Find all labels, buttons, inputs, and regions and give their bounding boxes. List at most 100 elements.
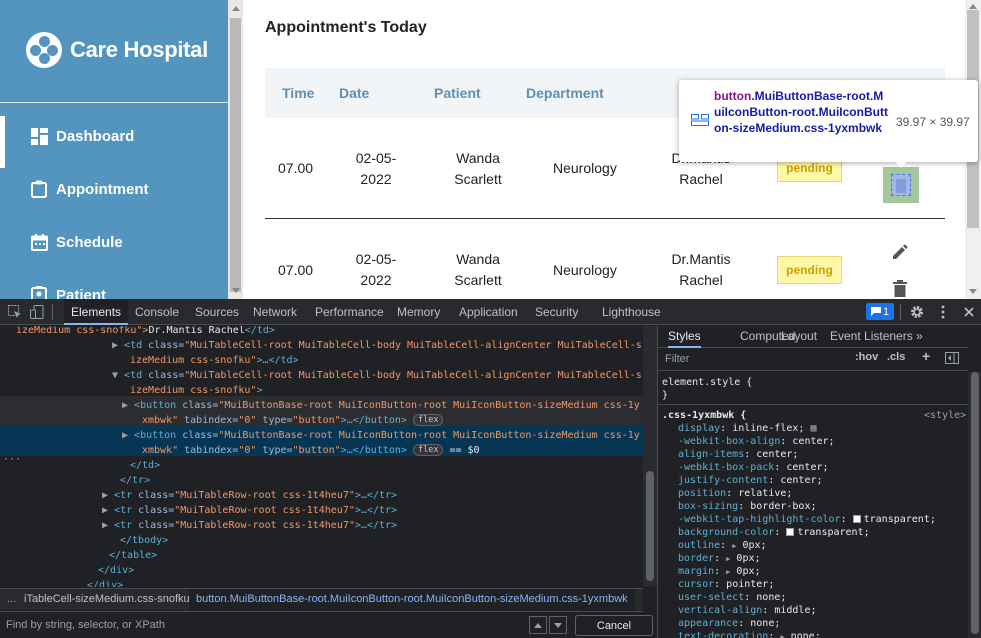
css-declaration[interactable]: border: ▶ 0px;: [678, 552, 761, 565]
sidebar-item-schedule[interactable]: Schedule: [0, 216, 228, 268]
expand-toggle-icon: ▶: [102, 490, 115, 501]
tooltip-selector: button.MuiButtonBase-root.MuiIconButton-…: [714, 89, 888, 135]
tab-event-listeners[interactable]: Event Listeners: [830, 326, 913, 348]
sidebar-scrollbar[interactable]: [228, 0, 243, 299]
column-header[interactable]: Date: [339, 85, 369, 101]
department-cell: Neurology: [553, 160, 617, 176]
styles-filter-input[interactable]: [661, 350, 849, 368]
css-declaration[interactable]: align-items: center;: [678, 448, 798, 461]
hover-state-toggle[interactable]: :hov: [855, 351, 878, 363]
css-declaration[interactable]: -webkit-box-align: center;: [678, 435, 835, 448]
styles-pane: Styles Computed Layout Event Listeners »…: [657, 326, 981, 638]
issues-button[interactable]: 1: [866, 303, 894, 320]
class-toggle[interactable]: .cls: [887, 351, 905, 363]
css-declaration[interactable]: text-decoration: ▶ none;: [678, 630, 821, 638]
tab-console[interactable]: Console: [132, 299, 182, 325]
breadcrumb-item[interactable]: iTableCell-sizeMedium.css-snofku: [24, 589, 190, 610]
sidebar-item-appointment[interactable]: Appointment: [0, 163, 228, 215]
tab-styles[interactable]: Styles: [668, 326, 701, 348]
dom-node-line[interactable]: xmbwk" tabindex="0" type="button">…</but…: [142, 443, 480, 458]
add-rule-icon[interactable]: +: [922, 348, 930, 364]
rule-selector[interactable]: .css-1yxmbwk {: [662, 409, 746, 422]
care-logo-icon: [26, 32, 62, 68]
inspected-delete-button-highlight[interactable]: [883, 167, 919, 203]
sidebar-toggle-icon[interactable]: [945, 352, 959, 367]
close-icon[interactable]: [960, 303, 978, 321]
css-declaration[interactable]: margin: ▶ 0px;: [678, 565, 761, 578]
tab-application[interactable]: Application: [456, 299, 521, 325]
breadcrumb-overflow[interactable]: ...: [7, 589, 16, 610]
rule-origin-link[interactable]: <style>: [924, 409, 966, 422]
message-icon: [870, 307, 881, 316]
dom-node-line[interactable]: </table>: [109, 548, 157, 563]
tab-lighthouse[interactable]: Lighthouse: [599, 299, 664, 325]
tab-security[interactable]: Security: [532, 299, 581, 325]
dom-node-line[interactable]: izeMedium css-snofku">: [130, 383, 262, 398]
css-declaration[interactable]: -webkit-box-pack: center;: [678, 461, 829, 474]
css-declaration[interactable]: appearance: none;: [678, 617, 780, 630]
css-declaration[interactable]: cursor: pointer;: [678, 578, 774, 591]
dom-node-line[interactable]: ▶ <tr class="MuiTableRow-root css-1t4heu…: [102, 488, 397, 503]
tab-layout[interactable]: Layout: [781, 326, 817, 348]
sidebar-item-label: Schedule: [56, 233, 123, 251]
tab-memory[interactable]: Memory: [394, 299, 443, 325]
cancel-button[interactable]: Cancel: [575, 615, 653, 636]
device-toolbar-icon[interactable]: [28, 303, 46, 321]
inspect-element-icon[interactable]: [6, 303, 24, 321]
tab-network[interactable]: Network: [250, 299, 300, 325]
find-next-button[interactable]: [549, 616, 567, 634]
color-swatch: [786, 528, 795, 536]
dom-node-line[interactable]: izeMedium css-snofku">Dr.Mantis Rachel</…: [16, 326, 275, 338]
dom-node-line[interactable]: ▶ <td class="MuiTableCell-root MuiTableC…: [112, 338, 642, 353]
css-declaration[interactable]: background-color: transparent;: [678, 526, 870, 539]
css-declaration[interactable]: outline: ▶ 0px;: [678, 539, 767, 552]
flex-badge: flex: [412, 414, 444, 426]
sidebar-item-patient[interactable]: Patient: [0, 269, 228, 299]
sidebar-item-dashboard[interactable]: Dashboard: [0, 110, 228, 168]
doctor-cell: Dr.MantisRachel: [671, 251, 731, 288]
css-declaration[interactable]: -webkit-tap-highlight-color: transparent…: [678, 513, 936, 526]
dom-node-line[interactable]: </tbody>: [120, 533, 168, 548]
dom-node-line[interactable]: xmbwk" tabindex="0" type="button">…</but…: [142, 413, 444, 428]
column-header[interactable]: Time: [282, 85, 314, 101]
delete-button[interactable]: [889, 277, 911, 299]
settings-gear-icon[interactable]: [908, 303, 926, 321]
more-options-icon[interactable]: [934, 303, 952, 321]
chevron-down-icon: [554, 622, 562, 628]
css-declaration[interactable]: justify-content: center;: [678, 474, 823, 487]
dom-node-line[interactable]: ▶ <button class="MuiButtonBase-root MuiI…: [122, 428, 640, 443]
dom-node-line[interactable]: ▶ <tr class="MuiTableRow-root css-1t4heu…: [102, 518, 397, 533]
dom-node-line[interactable]: izeMedium css-snofku">…</td>: [130, 353, 299, 368]
dom-node-line[interactable]: </div>: [98, 563, 134, 578]
find-input[interactable]: [0, 614, 524, 636]
tab-performance[interactable]: Performance: [312, 299, 387, 325]
css-declaration[interactable]: vertical-align: middle;: [678, 604, 817, 617]
element-style-selector[interactable]: element.style {: [662, 376, 752, 389]
dom-node-line[interactable]: ▼ <td class="MuiTableCell-root MuiTableC…: [112, 368, 642, 383]
dom-node-line[interactable]: </div>: [87, 578, 123, 587]
breadcrumb-item-current[interactable]: button.MuiButtonBase-root.MuiIconButton-…: [189, 589, 635, 610]
dom-node-line[interactable]: ▶ <tr class="MuiTableRow-root css-1t4heu…: [102, 503, 397, 518]
tooltip-dimensions: 39.97 × 39.97: [896, 115, 970, 129]
css-declaration[interactable]: display: inline-flex; ▦: [678, 422, 817, 435]
elements-scrollbar[interactable]: [643, 326, 657, 587]
dom-node-line[interactable]: </td>: [130, 458, 160, 473]
css-declaration[interactable]: user-select: none;: [678, 591, 786, 604]
tab-elements[interactable]: Elements: [64, 299, 129, 325]
styles-scrollbar[interactable]: [968, 372, 981, 638]
column-header[interactable]: Department: [526, 85, 604, 101]
app-viewport: Care Hospital Dashboard Appointment Sche…: [0, 0, 981, 299]
dom-node-line[interactable]: ▶ <button class="MuiButtonBase-root MuiI…: [122, 398, 640, 413]
trash-icon: [893, 279, 907, 297]
brand-logo[interactable]: Care Hospital: [26, 32, 208, 68]
dom-node-line[interactable]: </tr>: [120, 473, 150, 488]
more-tabs-button[interactable]: »: [916, 326, 923, 348]
expand-toggle-icon: ▶: [102, 520, 115, 531]
css-declaration[interactable]: box-sizing: border-box;: [678, 500, 817, 513]
tab-sources[interactable]: Sources: [192, 299, 242, 325]
css-declaration[interactable]: position: relative;: [678, 487, 792, 500]
rule-close-brace: }: [662, 390, 669, 401]
column-header[interactable]: Patient: [434, 85, 481, 101]
find-previous-button[interactable]: [529, 616, 547, 634]
edit-button[interactable]: [889, 241, 911, 263]
